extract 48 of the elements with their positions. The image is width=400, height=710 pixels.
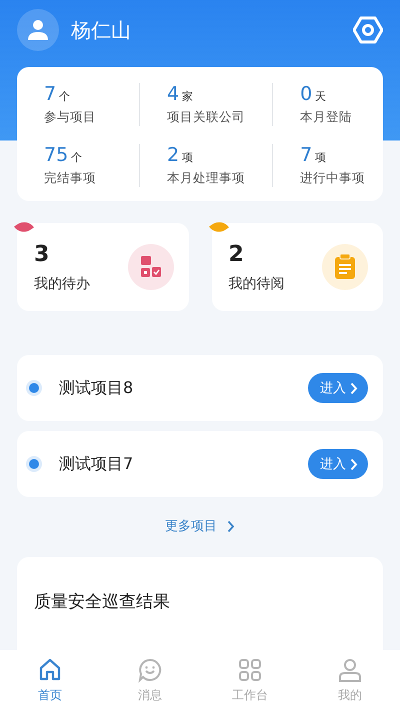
stat-label: 进行中事项 [300, 170, 366, 187]
stat-unit: 天 [315, 90, 326, 103]
chat-icon [137, 656, 163, 682]
chevron-icon [227, 520, 235, 532]
chevron-icon [350, 382, 358, 394]
tab[interactable]: 工作台 [200, 650, 300, 710]
task-count: 2 [228, 242, 245, 266]
stat-value: 7 [300, 144, 312, 166]
task-label: 我的待办 [34, 274, 91, 292]
person-icon [337, 656, 363, 682]
enter-button[interactable]: 进入 [308, 373, 368, 403]
stat-unit: 个 [59, 90, 70, 103]
task-card[interactable]: 2 我的待阅 [212, 223, 383, 311]
task-label: 我的待阅 [228, 274, 286, 292]
avatar-icon[interactable] [17, 9, 59, 51]
stat-label: 项目关联公司 [167, 109, 246, 126]
chevron-icon [350, 458, 358, 470]
stat-value: 7 [44, 83, 56, 105]
user-name: 杨仁山 [71, 16, 132, 44]
flowchart-icon [138, 255, 162, 279]
stat-unit: 项 [315, 151, 326, 164]
project-name: 测试项目7 [59, 454, 134, 474]
stat-value: 0 [300, 83, 312, 105]
bullet-icon [29, 383, 39, 393]
task-count: 3 [34, 242, 50, 266]
project-name: 测试项目8 [59, 378, 134, 398]
stat-label: 完结事项 [44, 170, 97, 187]
more-projects-link[interactable]: 更多项目 [161, 513, 239, 539]
grid-icon [237, 656, 263, 682]
stat-unit: 家 [182, 90, 194, 103]
stat-label: 本月处理事项 [167, 170, 246, 187]
bullet-icon [29, 459, 39, 469]
stat-value: 4 [167, 83, 180, 105]
tab[interactable]: 我的 [300, 650, 400, 710]
stat-label: 参与项目 [44, 109, 97, 126]
tab[interactable]: 首页 [0, 650, 100, 710]
stat-value: 75 [44, 144, 68, 166]
clipboard-icon [334, 254, 356, 280]
tab[interactable]: 消息 [100, 650, 200, 710]
stat-unit: 项 [182, 151, 194, 164]
enter-button[interactable]: 进入 [308, 449, 368, 479]
task-card[interactable]: 3 我的待办 [17, 223, 188, 311]
report-title: 质量安全巡查结果 [34, 591, 171, 613]
stat-unit: 个 [71, 151, 82, 164]
stat-label: 本月登陆 [300, 109, 354, 126]
home-icon [37, 656, 63, 682]
stat-value: 2 [167, 144, 180, 166]
settings-icon[interactable] [353, 15, 383, 45]
